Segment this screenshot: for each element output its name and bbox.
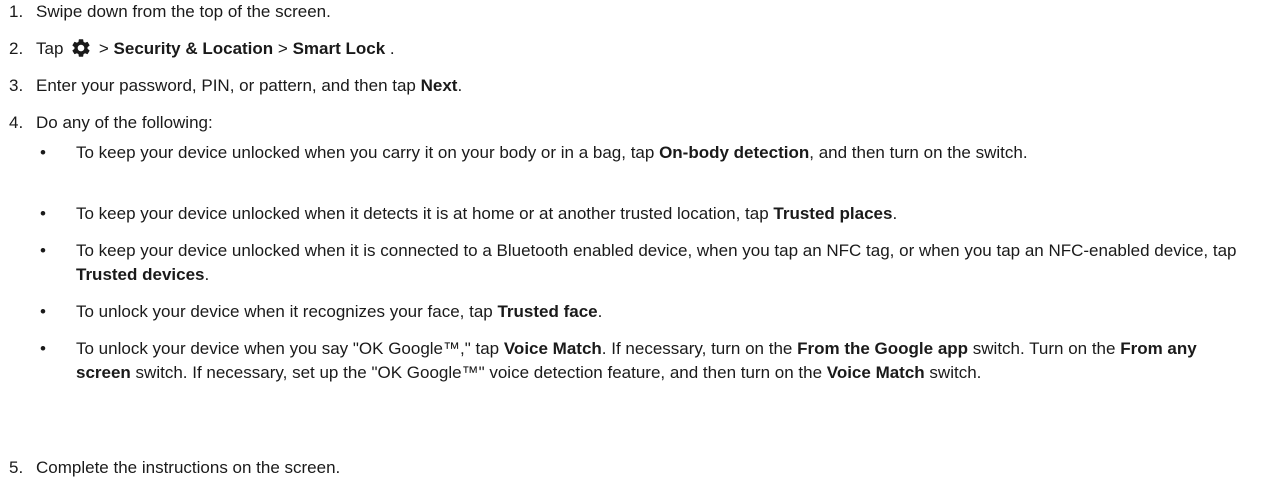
step-text: Enter your password, PIN, or pattern, an… [36, 74, 1251, 98]
bullet-mark: • [40, 302, 46, 321]
bullet-text: To keep your device unlocked when it det… [76, 202, 1251, 226]
bullet-text-segment: . [204, 265, 210, 284]
step-1: 1. Swipe down from the top of the screen… [9, 0, 1251, 24]
bullet-text-segment: To unlock your device when you say "OK G… [76, 339, 504, 358]
bullet-text-segment: To keep your device unlocked when it is … [76, 241, 1237, 260]
bullet-text-segment: . [597, 302, 603, 321]
trusted-face-label: Trusted face [497, 302, 598, 321]
step-text-segment: > [277, 39, 293, 58]
voice-match-label: Voice Match [503, 339, 602, 358]
step-5: 5. Complete the instructions on the scre… [9, 456, 1251, 480]
bullet-text-segment: . [892, 204, 898, 223]
bullet-mark: • [40, 241, 46, 260]
from-google-app-label: From the Google app [797, 339, 969, 358]
bullet-mark: • [40, 339, 46, 358]
step-text-segment: Tap [36, 39, 69, 58]
step-number: 4. [9, 113, 24, 132]
instructions-document: 1. Swipe down from the top of the screen… [0, 0, 1263, 503]
step-text-segment: > [98, 39, 114, 58]
bullet-mark: • [40, 204, 46, 223]
bullet-mark: • [40, 143, 46, 162]
menu-path-smart-lock: Smart Lock [292, 39, 386, 58]
step-text: Swipe down from the top of the screen. [36, 2, 331, 21]
step-text-segment: . [457, 76, 463, 95]
bullet-text-segment: To keep your device unlocked when you ca… [76, 143, 660, 162]
bullet-item-voice-match: • To unlock your device when you say "OK… [36, 337, 1251, 385]
bullet-text: To unlock your device when it recognizes… [76, 300, 1251, 324]
step-2: 2. Tap > Security & Location > Smart Loc… [9, 37, 1251, 61]
bullet-item-trusted-face: • To unlock your device when it recogniz… [36, 300, 1251, 324]
settings-gear-icon [70, 37, 92, 59]
bullet-text-segment: To unlock your device when it recognizes… [76, 302, 498, 321]
bullet-item-on-body: • To keep your device unlocked when you … [36, 141, 1251, 165]
voice-match-switch-label: Voice Match [826, 363, 925, 382]
bullet-item-trusted-devices: • To keep your device unlocked when it i… [36, 239, 1251, 287]
menu-path-security-location: Security & Location [113, 39, 274, 58]
step-text: Complete the instructions on the screen. [36, 458, 341, 477]
step-number: 3. [9, 76, 24, 95]
step-number: 5. [9, 458, 24, 477]
bullet-text-segment: switch. Turn on the [968, 339, 1121, 358]
step-number: 1. [9, 2, 24, 21]
bullet-text: To keep your device unlocked when it is … [76, 239, 1251, 287]
step-4: 4. Do any of the following: [9, 111, 1251, 135]
bullet-item-trusted-places: • To keep your device unlocked when it d… [36, 202, 1251, 226]
trusted-places-label: Trusted places [773, 204, 893, 223]
bullet-text: To keep your device unlocked when you ca… [76, 141, 1251, 165]
bullet-text-segment: To keep your device unlocked when it det… [76, 204, 774, 223]
step-text: Do any of the following: [36, 113, 213, 132]
step-text-segment: . [389, 39, 395, 58]
bullet-text-segment: , and then turn on the switch. [809, 143, 1028, 162]
bullet-text: To unlock your device when you say "OK G… [76, 337, 1251, 385]
next-label: Next [420, 76, 458, 95]
bullet-text-segment: switch. [924, 363, 982, 382]
bullet-text-segment: . If necessary, turn on the [601, 339, 798, 358]
trusted-devices-label: Trusted devices [76, 265, 205, 284]
on-body-detection-label: On-body detection [659, 143, 810, 162]
step-number: 2. [9, 39, 24, 58]
bullet-text-segment: switch. If necessary, set up the "OK Goo… [130, 363, 827, 382]
step-text: Tap > Security & Location > Smart Lock . [36, 37, 1251, 61]
step-text-segment: Enter your password, PIN, or pattern, an… [36, 76, 421, 95]
step-3: 3. Enter your password, PIN, or pattern,… [9, 74, 1251, 98]
